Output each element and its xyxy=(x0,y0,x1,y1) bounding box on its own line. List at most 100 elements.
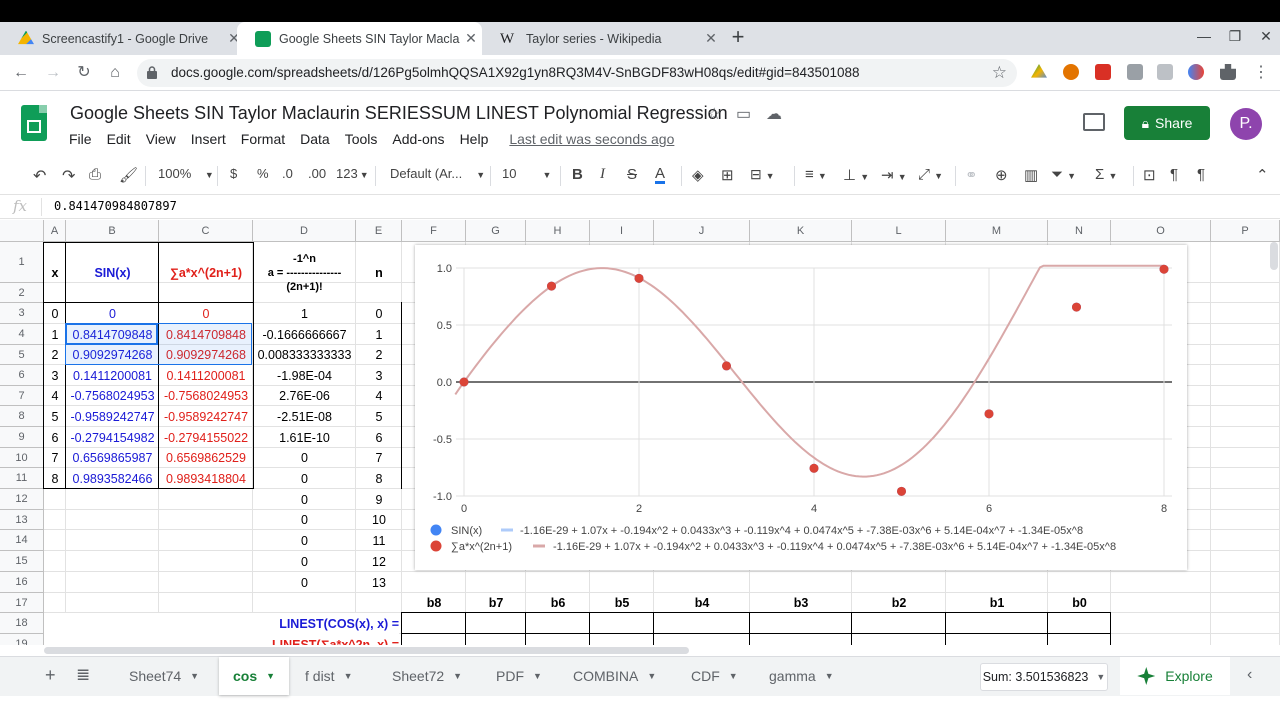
cell-c[interactable]: 0.1411200081 xyxy=(159,365,253,386)
chevron-down-icon[interactable]: ▼ xyxy=(647,671,656,681)
linest-cos-label[interactable]: LINEST(COS(x), x) = xyxy=(44,613,399,634)
cell-e[interactable]: 1 xyxy=(356,324,402,345)
chevron-down-icon[interactable]: ▼ xyxy=(533,671,542,681)
functions-icon[interactable]: Σ ▼ xyxy=(1095,166,1117,183)
insert-comment-icon[interactable]: ⊕ xyxy=(995,166,1008,184)
cell-c[interactable]: 0.6569862529 xyxy=(159,448,253,468)
cell-d[interactable]: -1.98E-04 xyxy=(253,365,356,386)
row-header-16[interactable]: 16 xyxy=(0,572,44,593)
all-sheets-icon[interactable]: ≣ xyxy=(76,665,90,685)
header-n[interactable]: n xyxy=(356,242,402,303)
cell-a[interactable]: 7 xyxy=(44,448,66,468)
text-color-button[interactable]: A xyxy=(655,166,666,184)
column-header-c[interactable]: C xyxy=(159,220,253,242)
fill-color-icon[interactable]: ◈ xyxy=(692,166,704,184)
header-a-formula[interactable]: -1^n a = --------------- (2n+1)! xyxy=(253,242,356,303)
cell-d[interactable]: 2.76E-06 xyxy=(253,386,356,406)
formula-input[interactable]: 0.841470984807897 xyxy=(54,199,177,213)
increase-decimal-button[interactable]: .00 xyxy=(308,166,326,181)
row-header-6[interactable]: 6 xyxy=(0,365,44,386)
sheets-logo-icon[interactable] xyxy=(21,105,47,141)
restore-icon[interactable]: ❐ xyxy=(1225,28,1245,45)
sheet-tab-combina[interactable]: COMBINA ▼ xyxy=(558,657,671,695)
cell-c[interactable]: 0.8414709848 xyxy=(159,324,253,345)
cell-e[interactable]: 6 xyxy=(356,427,402,448)
cell-d[interactable]: 0 xyxy=(253,551,356,572)
paint-format-icon[interactable]: 🖌︎ xyxy=(119,166,138,184)
cell-a[interactable]: 8 xyxy=(44,468,66,489)
cell-d[interactable]: -2.51E-08 xyxy=(253,406,356,427)
percent-format-button[interactable]: % xyxy=(257,166,269,181)
column-header-i[interactable]: I xyxy=(590,220,654,242)
text-rotation-icon[interactable]: ⤢ ▼ xyxy=(918,166,943,183)
menu-help[interactable]: Help xyxy=(460,131,489,151)
row-header-13[interactable]: 13 xyxy=(0,510,44,530)
cell-d[interactable]: 0 xyxy=(253,468,356,489)
decrease-decimal-button[interactable]: .0 xyxy=(282,166,293,181)
linest-sum-label[interactable]: LINEST(∑a*x^2n, x) = xyxy=(44,634,399,645)
italic-button[interactable]: I xyxy=(600,166,605,183)
cell-e[interactable]: 9 xyxy=(356,489,402,510)
ltr-icon[interactable]: ¶ xyxy=(1197,166,1205,183)
cell-c[interactable]: -0.7568024953 xyxy=(159,386,253,406)
cell-e[interactable]: 11 xyxy=(356,530,402,551)
select-all-corner[interactable] xyxy=(0,220,44,242)
row-header-3[interactable]: 3 xyxy=(0,303,44,324)
column-header-b[interactable]: B xyxy=(66,220,159,242)
row-header-14[interactable]: 14 xyxy=(0,530,44,551)
cell-b[interactable]: 0.9092974268 xyxy=(66,345,159,365)
collapse-menus-icon[interactable]: ⌃ xyxy=(1256,166,1269,184)
coef-header-b8[interactable]: b8 xyxy=(402,593,466,613)
chevron-down-icon[interactable]: ▼ xyxy=(453,671,462,681)
row-header-10[interactable]: 10 xyxy=(0,448,44,468)
row-header-12[interactable]: 12 xyxy=(0,489,44,510)
sheet-tab-f-dist[interactable]: f dist ▼ xyxy=(290,657,368,695)
horizontal-scrollbar[interactable] xyxy=(44,647,689,654)
chevron-down-icon[interactable]: ▼ xyxy=(266,671,275,681)
sheet-tab-pdf[interactable]: PDF ▼ xyxy=(481,657,557,695)
last-edit-link[interactable]: Last edit was seconds ago xyxy=(509,131,674,151)
chevron-down-icon[interactable]: ▼ xyxy=(190,671,199,681)
more-formats-select[interactable]: 123 ▼ xyxy=(336,166,369,181)
cell-a[interactable]: 5 xyxy=(44,406,66,427)
cell-d[interactable]: -0.1666666667 xyxy=(253,324,356,345)
align-icon[interactable]: ≡ ▼ xyxy=(805,166,827,183)
browser-tab-sheets[interactable]: Google Sheets SIN Taylor Maclau ✕ xyxy=(237,22,482,55)
text-wrap-icon[interactable]: ⇥ ▼ xyxy=(881,166,907,184)
close-tab-icon[interactable]: ✕ xyxy=(460,30,482,47)
explore-button[interactable]: Explore xyxy=(1120,657,1230,695)
column-header-j[interactable]: J xyxy=(654,220,750,242)
cell-c[interactable]: -0.9589242747 xyxy=(159,406,253,427)
row-header-18[interactable]: 18 xyxy=(0,613,44,634)
cell-e[interactable]: 12 xyxy=(356,551,402,572)
header-x[interactable]: x xyxy=(44,242,66,303)
vertical-scrollbar[interactable] xyxy=(1270,242,1278,270)
avatar[interactable]: P. xyxy=(1230,108,1262,140)
column-header-o[interactable]: O xyxy=(1111,220,1211,242)
cell-e[interactable]: 3 xyxy=(356,365,402,386)
column-header-e[interactable]: E xyxy=(356,220,402,242)
merge-cells-icon[interactable]: ⊟ ▼ xyxy=(750,166,775,183)
column-header-g[interactable]: G xyxy=(466,220,526,242)
cell-e[interactable]: 4 xyxy=(356,386,402,406)
row-header-11[interactable]: 11 xyxy=(0,468,44,489)
cell-a[interactable]: 4 xyxy=(44,386,66,406)
row-header-4[interactable]: 4 xyxy=(0,324,44,345)
menu-file[interactable]: File xyxy=(69,131,92,151)
column-header-k[interactable]: K xyxy=(750,220,852,242)
menu-edit[interactable]: Edit xyxy=(107,131,131,151)
cell-d[interactable]: 0 xyxy=(253,489,356,510)
coef-header-b1[interactable]: b1 xyxy=(946,593,1048,613)
row-header-15[interactable]: 15 xyxy=(0,551,44,572)
cell-e[interactable]: 5 xyxy=(356,406,402,427)
coef-header-b2[interactable]: b2 xyxy=(852,593,946,613)
share-button[interactable]: 🔒︎ Share xyxy=(1124,106,1210,140)
back-icon[interactable]: ← xyxy=(10,62,32,84)
cell-b[interactable]: 0.1411200081 xyxy=(66,365,159,386)
drive-extension-icon[interactable] xyxy=(1031,64,1047,78)
cell-d[interactable]: 0.008333333333 xyxy=(253,345,356,365)
coef-header-b7[interactable]: b7 xyxy=(466,593,526,613)
column-header-m[interactable]: M xyxy=(946,220,1048,242)
font-size-select[interactable]: 10 ▼ xyxy=(502,166,551,181)
coef-header-b6[interactable]: b6 xyxy=(526,593,590,613)
